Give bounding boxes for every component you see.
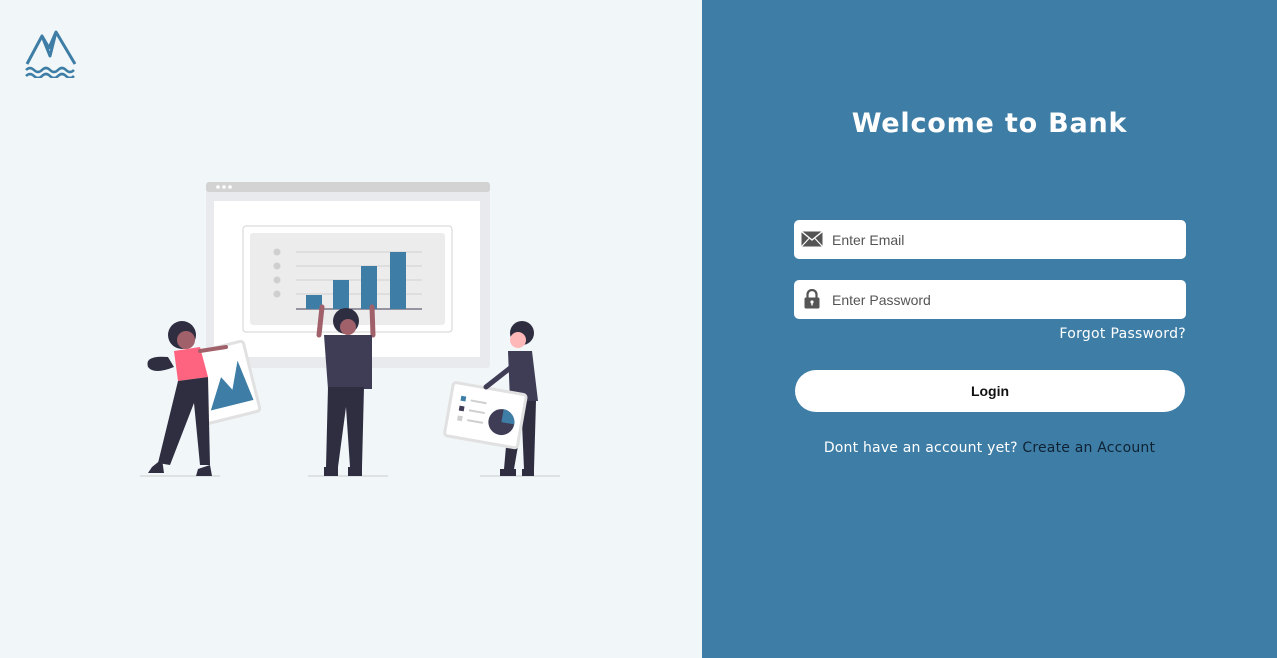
login-panel: Welcome to Bank Forgot Password? Login D… (702, 0, 1277, 658)
left-panel (0, 0, 702, 658)
login-button[interactable]: Login (795, 370, 1185, 412)
signup-line: Dont have an account yet? Create an Acco… (702, 440, 1277, 456)
password-field[interactable] (794, 280, 1186, 319)
password-input[interactable] (832, 280, 1178, 319)
page-title: Welcome to Bank (851, 108, 1128, 139)
create-account-link[interactable]: Create an Account (1022, 440, 1155, 456)
email-input[interactable] (832, 220, 1178, 259)
forgot-password-link[interactable]: Forgot Password? (1059, 326, 1186, 342)
envelope-icon (800, 228, 824, 250)
mountain-logo-icon (25, 30, 77, 78)
team-chart-illustration (140, 182, 560, 477)
signup-prompt: Dont have an account yet? (823, 440, 1018, 456)
email-field[interactable] (794, 220, 1186, 259)
lock-icon (800, 288, 824, 310)
